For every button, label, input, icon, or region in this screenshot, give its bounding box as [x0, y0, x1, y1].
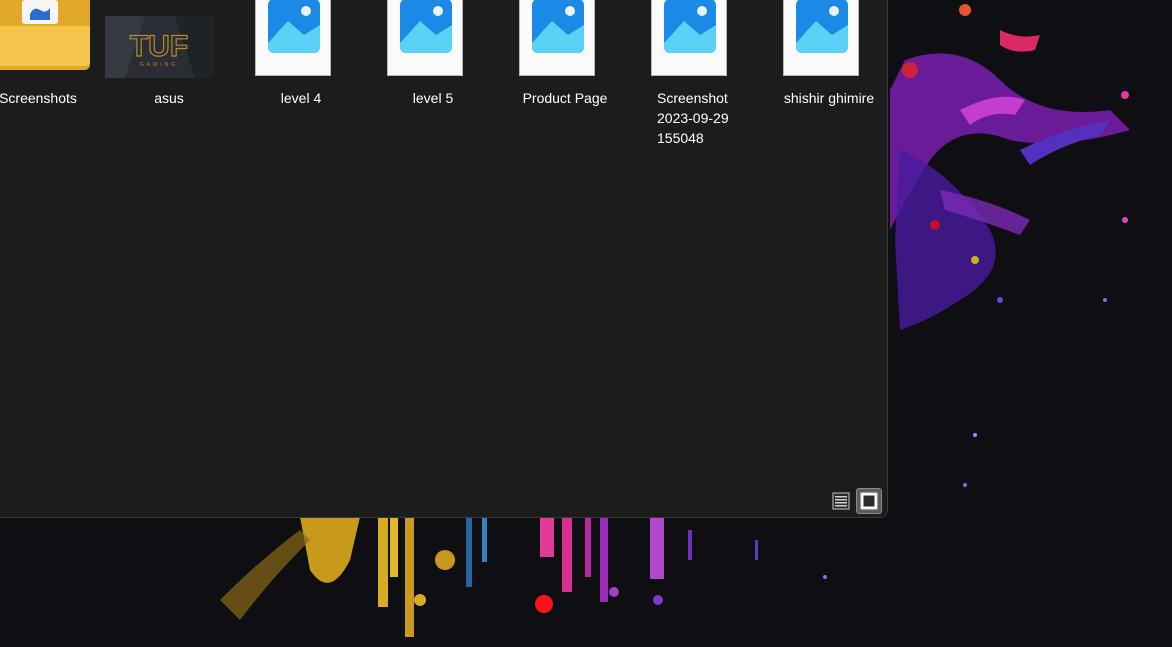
image-thumbnail: TUF GAMING: [105, 16, 213, 78]
photo-file-icon: [519, 0, 595, 76]
item-label: Screenshots: [0, 90, 77, 106]
item-label: asus: [154, 90, 184, 106]
large-icons-view-button[interactable]: [856, 488, 882, 514]
item-label: level 5: [412, 90, 454, 106]
photo-file-icon: [783, 0, 859, 76]
folder-icon: [0, 0, 90, 70]
thumbnail-text: TUF: [130, 30, 188, 63]
details-view-button[interactable]: [828, 488, 854, 514]
item-label: shishir ghimire: [783, 90, 875, 106]
item-label: level 4: [280, 90, 322, 106]
item-label: Screenshot 2023-09-29 155048: [657, 90, 729, 146]
photo-file-icon: [387, 0, 463, 76]
item-label: Product Page: [522, 90, 608, 106]
photo-file-icon: [255, 0, 331, 76]
details-view-icon: [832, 492, 850, 510]
photo-file-icon: [651, 0, 727, 76]
file-explorer-window: Screenshots TUF GAMING asus level 4 leve…: [0, 0, 888, 518]
large-icons-view-icon: [860, 492, 878, 510]
thumbnail-subtext: GAMING: [140, 62, 178, 68]
